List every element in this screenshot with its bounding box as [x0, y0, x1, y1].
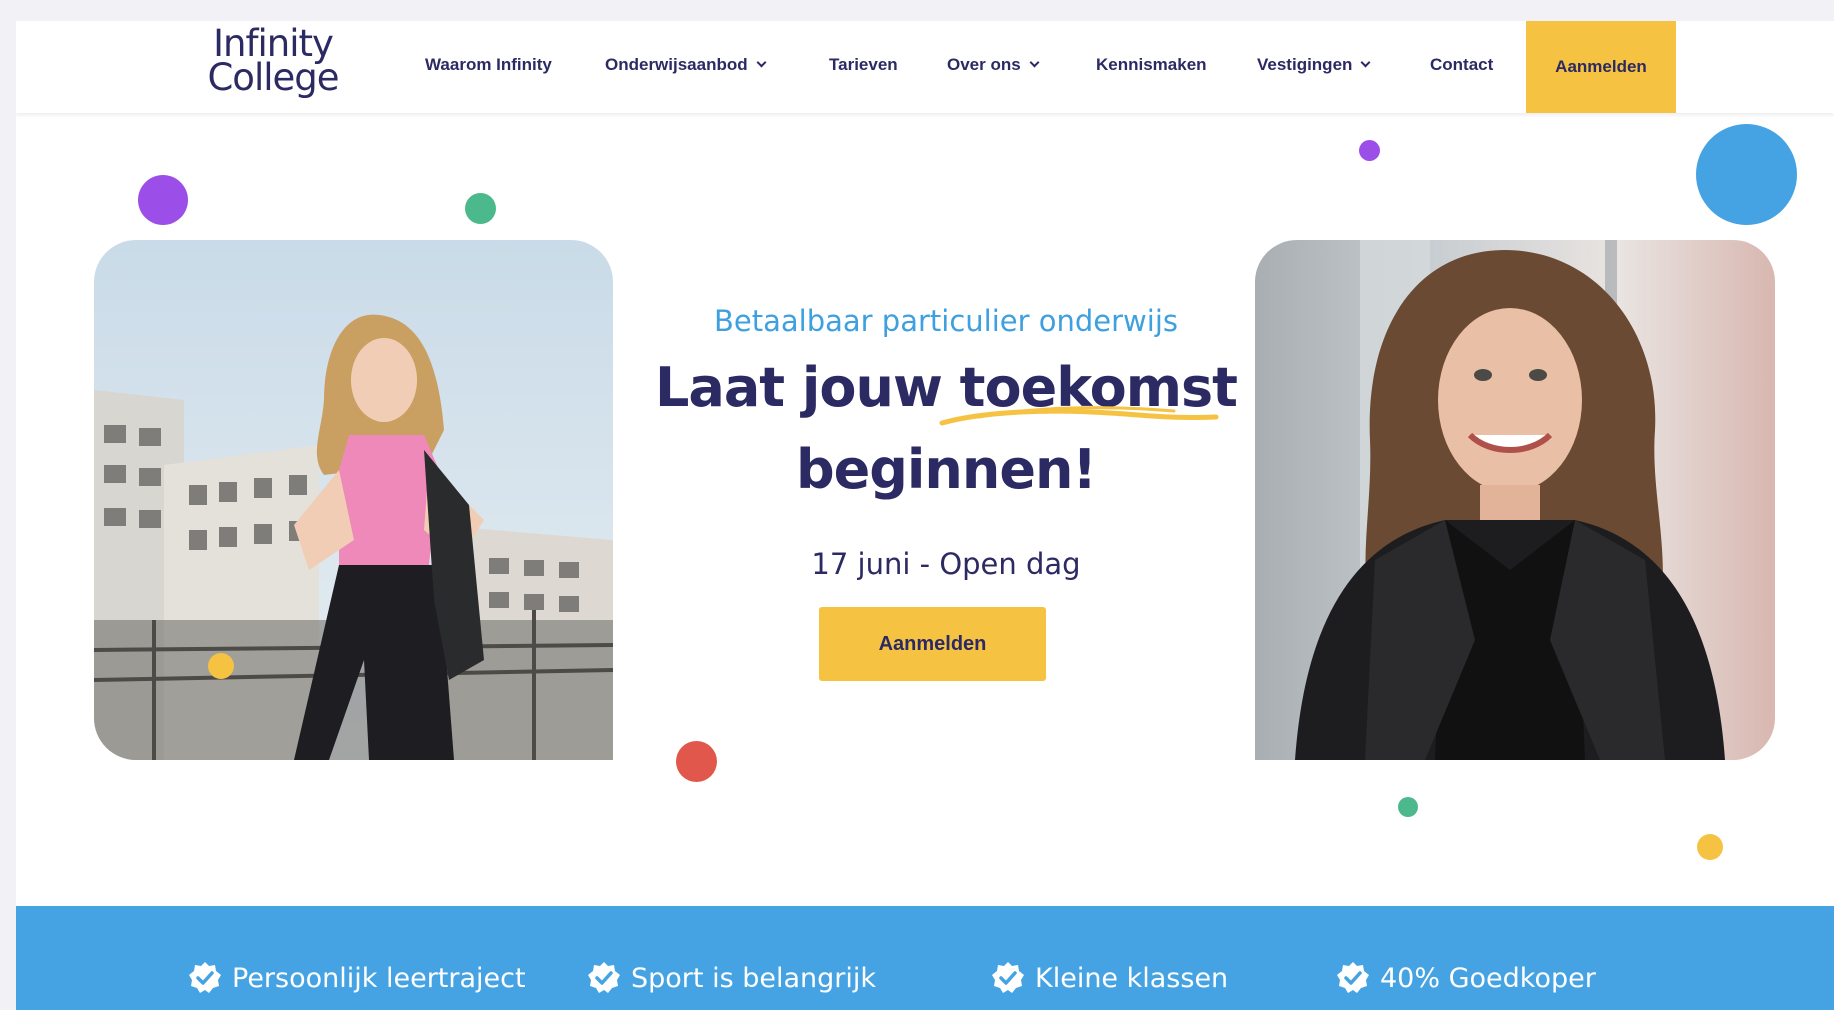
decorative-dot — [1696, 124, 1797, 225]
decorative-dot — [138, 175, 188, 225]
nav-item-tarieven[interactable]: Tarieven — [829, 55, 898, 75]
usp-item: 40% Goedkoper — [1336, 961, 1596, 995]
chevron-down-icon — [756, 57, 767, 68]
nav-item-contact[interactable]: Contact — [1430, 55, 1493, 75]
open-day-text: 17 juni - Open dag — [811, 547, 1081, 581]
usp-item: Persoonlijk leertraject — [188, 961, 526, 995]
hero-eyebrow: Betaalbaar particulier onderwijs — [714, 304, 1178, 338]
check-badge-icon — [992, 962, 1024, 993]
underline-squiggle-icon — [939, 406, 1219, 426]
nav-item-onderwijsaanbod[interactable]: Onderwijsaanbod — [605, 55, 767, 75]
nav-item-label: Onderwijsaanbod — [605, 55, 748, 74]
nav-item-label: Waarom Infinity — [425, 55, 552, 74]
nav-item-label: Kennismaken — [1096, 55, 1207, 74]
hero-photo-student-right — [1255, 240, 1775, 760]
nav-item-label: Over ons — [947, 55, 1021, 74]
usp-bar: Persoonlijk leertraject Sport is belangr… — [16, 906, 1834, 1010]
check-badge-icon — [1337, 962, 1369, 993]
nav-item-label: Tarieven — [829, 55, 898, 74]
logo[interactable]: Infinity College — [198, 25, 348, 99]
decorative-dot — [208, 653, 234, 679]
decorative-dot — [1697, 834, 1723, 860]
chevron-down-icon — [1360, 57, 1371, 68]
nav-item-waarom-infinity[interactable]: Waarom Infinity — [425, 55, 552, 75]
check-badge-icon — [588, 962, 620, 993]
header-signup-button[interactable]: Aanmelden — [1526, 21, 1676, 113]
usp-label: Sport is belangrijk — [631, 962, 877, 994]
page: Infinity College Waarom Infinity Onderwi… — [16, 21, 1834, 1010]
usp-label: Kleine klassen — [1035, 962, 1229, 994]
decorative-dot — [1359, 140, 1380, 161]
nav-item-vestigingen[interactable]: Vestigingen — [1257, 55, 1371, 75]
nav-item-label: Contact — [1430, 55, 1494, 74]
hero-headline: Laat jouw toekomst beginnen! — [646, 347, 1246, 511]
nav-item-over-ons[interactable]: Over ons — [947, 55, 1040, 75]
usp-item: Kleine klassen — [991, 961, 1228, 995]
check-badge-icon — [189, 962, 221, 993]
hero-headline-line-2: beginnen! — [795, 438, 1097, 501]
usp-label: Persoonlijk leertraject — [232, 962, 526, 994]
nav-item-kennismaken[interactable]: Kennismaken — [1096, 55, 1207, 75]
decorative-dot — [465, 193, 496, 224]
chevron-down-icon — [1029, 57, 1040, 68]
site-header: Infinity College Waarom Infinity Onderwi… — [16, 21, 1834, 113]
usp-item: Sport is belangrijk — [587, 961, 876, 995]
usp-label: 40% Goedkoper — [1380, 962, 1596, 994]
decorative-dot — [676, 741, 717, 782]
decorative-dot — [1398, 797, 1418, 817]
logo-line-2: College — [207, 56, 339, 99]
nav-item-label: Vestigingen — [1257, 55, 1353, 74]
hero-photo-student-left — [94, 240, 613, 760]
hero-signup-button[interactable]: Aanmelden — [819, 607, 1046, 681]
